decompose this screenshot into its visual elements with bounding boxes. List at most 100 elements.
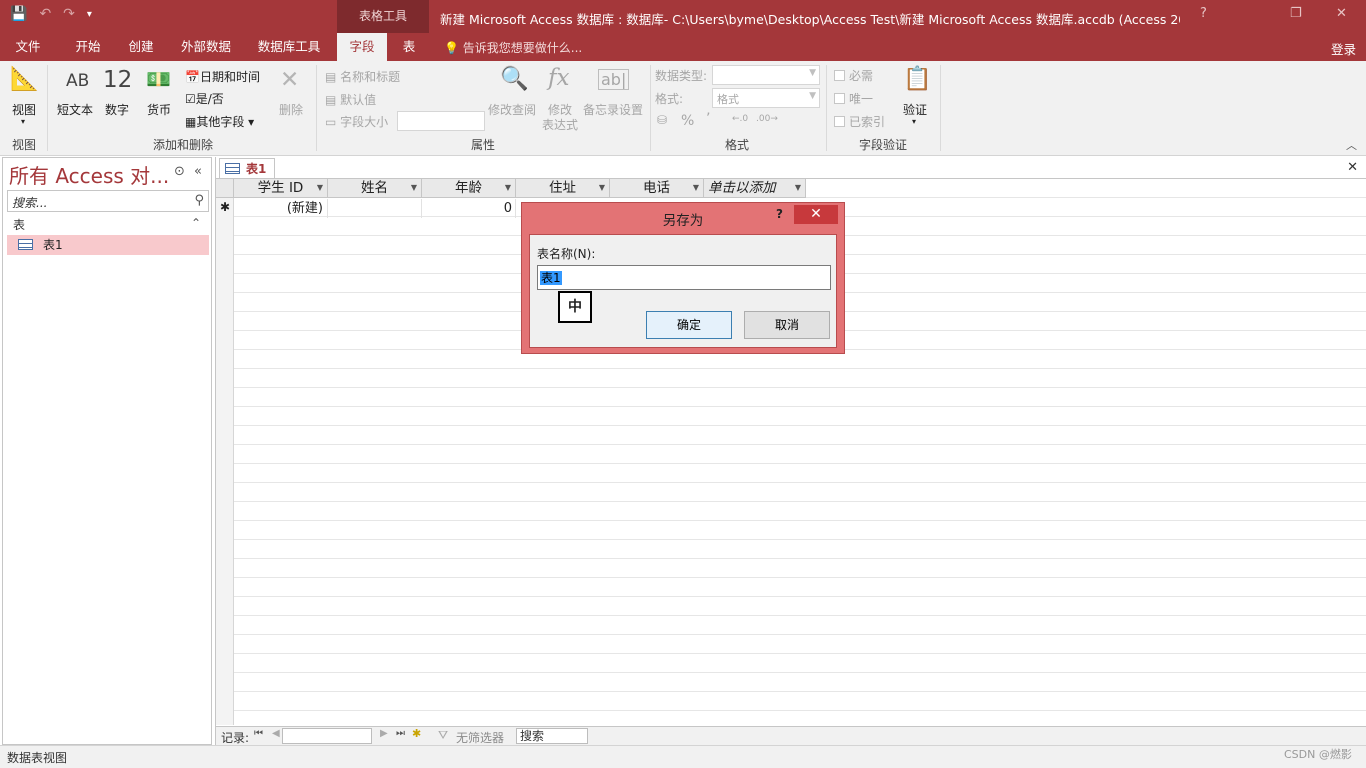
tell-me-box[interactable]: 💡 告诉我您想要做什么... bbox=[444, 39, 582, 56]
short-text-icon: AB bbox=[66, 71, 90, 91]
selected-text: 表1 bbox=[540, 271, 562, 285]
group-label-add-delete: 添加和删除 bbox=[153, 138, 214, 152]
previous-record-icon[interactable]: ◀ bbox=[272, 728, 280, 739]
checkbox-icon bbox=[834, 116, 845, 127]
group-label-formatting: 格式 bbox=[725, 138, 750, 152]
search-icon[interactable]: ⚲ bbox=[194, 193, 204, 208]
sign-in-link[interactable]: 登录 bbox=[1331, 39, 1356, 58]
ribbon: 📐 视图 ▾ 视图 AB 短文本 12 数字 💵 货币 📅日期和时间 ☑是/否 … bbox=[0, 61, 1366, 156]
document-tab-table1[interactable]: 表1 bbox=[219, 158, 275, 179]
modify-lookups-button[interactable]: 修改查阅 bbox=[488, 101, 536, 118]
save-as-dialog: 另存为 ? ✕ 表名称(N): 表1 中 确定 取消 bbox=[521, 202, 845, 354]
customize-qat-icon[interactable]: ▾ bbox=[87, 9, 92, 20]
record-selector-column[interactable] bbox=[216, 179, 234, 725]
save-icon[interactable]: 💾 bbox=[10, 6, 27, 22]
last-record-icon[interactable]: ⏭ bbox=[396, 728, 405, 739]
delete-button[interactable]: 删除 bbox=[279, 101, 303, 118]
restore-icon[interactable]: ❐ bbox=[1290, 6, 1302, 21]
cell-age[interactable]: 0 bbox=[422, 199, 516, 218]
help-icon[interactable]: ? bbox=[1200, 6, 1207, 21]
view-button[interactable]: 视图 bbox=[12, 101, 36, 118]
tab-fields[interactable]: 字段 bbox=[337, 33, 387, 61]
chevron-down-icon: ▼ bbox=[809, 91, 816, 101]
field-size-icon: ▭ bbox=[325, 115, 341, 129]
current-record-input[interactable] bbox=[282, 728, 372, 744]
default-value-icon: ▤ bbox=[325, 93, 341, 107]
tab-file[interactable]: 文件 bbox=[0, 33, 56, 61]
redo-icon[interactable]: ↷ bbox=[63, 6, 75, 22]
field-size-input[interactable] bbox=[397, 111, 485, 131]
nav-group-tables[interactable]: 表 ⌃ bbox=[7, 216, 209, 234]
ime-indicator: 中 bbox=[558, 291, 592, 323]
nav-search-input[interactable]: 搜索... ⚲ bbox=[7, 190, 209, 212]
data-type-select[interactable]: ▼ bbox=[712, 65, 820, 85]
column-header-phone[interactable]: 电话 ▼ bbox=[610, 179, 704, 198]
chevron-down-icon[interactable]: ▼ bbox=[795, 179, 801, 197]
calendar-icon: 📅 bbox=[185, 70, 200, 84]
no-filter-button[interactable]: 无筛选器 bbox=[456, 729, 504, 746]
column-header-name[interactable]: 姓名 ▼ bbox=[328, 179, 422, 198]
record-search-input[interactable]: 搜索 bbox=[516, 728, 588, 744]
cell-name[interactable] bbox=[328, 199, 422, 218]
cancel-button[interactable]: 取消 bbox=[744, 311, 830, 339]
tab-external-data[interactable]: 外部数据 bbox=[170, 33, 242, 61]
chevron-down-icon[interactable]: ▼ bbox=[411, 179, 417, 197]
collapse-ribbon-icon[interactable]: ︿ bbox=[1346, 137, 1357, 153]
column-header-address[interactable]: 住址 ▼ bbox=[516, 179, 610, 198]
navigation-pane: 所有 Access 对... ⊙ « 搜索... ⚲ 表 ⌃ 表1 bbox=[2, 157, 212, 745]
checkbox-icon bbox=[834, 70, 845, 81]
format-select[interactable]: 格式 ▼ bbox=[712, 88, 820, 108]
tab-database-tools[interactable]: 数据库工具 bbox=[248, 33, 330, 61]
new-record-nav-icon[interactable]: ✱ bbox=[412, 727, 421, 740]
cell-student-id[interactable]: (新建) bbox=[234, 199, 328, 218]
tab-table[interactable]: 表 bbox=[393, 33, 425, 61]
more-fields-icon: ▦ bbox=[185, 115, 197, 129]
shutter-bar-close-icon[interactable]: « bbox=[194, 164, 202, 179]
chevron-down-icon[interactable]: ▼ bbox=[693, 179, 699, 197]
nav-item-table1[interactable]: 表1 bbox=[7, 235, 209, 255]
decrease-decimals-button[interactable]: .00→ bbox=[756, 114, 778, 124]
close-icon[interactable]: ✕ bbox=[794, 205, 838, 224]
close-document-icon[interactable]: ✕ bbox=[1347, 160, 1358, 175]
more-fields-button[interactable]: ▦其他字段 ▾ bbox=[185, 113, 254, 130]
indexed-checkbox[interactable]: 已索引 bbox=[834, 113, 885, 130]
validation-button[interactable]: 验证 bbox=[903, 101, 927, 118]
chevron-down-icon: ▾ bbox=[912, 117, 917, 126]
currency-format-icon[interactable]: ⛁ bbox=[657, 113, 667, 127]
chevron-down-icon[interactable]: ▼ bbox=[317, 179, 323, 197]
memo-settings-button[interactable]: 备忘录设置 bbox=[583, 101, 643, 118]
short-text-button[interactable]: 短文本 bbox=[57, 101, 93, 118]
chevron-down-icon[interactable]: ▼ bbox=[599, 179, 605, 197]
default-value-button[interactable]: ▤ 默认值 bbox=[325, 91, 376, 108]
column-header-click-to-add[interactable]: 单击以添加 ▼ bbox=[704, 179, 806, 198]
percent-format-button[interactable]: % bbox=[681, 113, 694, 129]
table-name-label: 表名称(N): bbox=[537, 247, 596, 261]
nav-menu-icon[interactable]: ⊙ bbox=[174, 164, 185, 179]
format-label: 格式: bbox=[655, 92, 684, 106]
column-header-student-id[interactable]: 学生 ID ▼ bbox=[234, 179, 328, 198]
tab-create[interactable]: 创建 bbox=[116, 33, 166, 61]
close-window-icon[interactable]: ✕ bbox=[1336, 6, 1347, 21]
comma-format-button[interactable]: ’ bbox=[706, 111, 710, 127]
chevron-down-icon[interactable]: ▼ bbox=[505, 179, 511, 197]
date-time-button[interactable]: 📅日期和时间 bbox=[185, 68, 260, 85]
currency-button[interactable]: 货币 bbox=[147, 101, 171, 118]
undo-icon[interactable]: ↶ bbox=[39, 6, 51, 22]
ok-button[interactable]: 确定 bbox=[646, 311, 732, 339]
required-checkbox[interactable]: 必需 bbox=[834, 67, 873, 84]
unique-checkbox[interactable]: 唯一 bbox=[834, 90, 873, 107]
number-button[interactable]: 数字 bbox=[105, 101, 129, 118]
increase-decimals-button[interactable]: ←.0 bbox=[732, 114, 748, 124]
nav-pane-title[interactable]: 所有 Access 对... bbox=[9, 160, 169, 189]
first-record-icon[interactable]: ⏮ bbox=[254, 728, 263, 739]
select-all-corner[interactable] bbox=[216, 179, 234, 198]
name-caption-button[interactable]: ▤ 名称和标题 bbox=[325, 68, 400, 85]
table-name-input[interactable]: 表1 bbox=[537, 265, 831, 290]
tab-home[interactable]: 开始 bbox=[62, 33, 114, 61]
help-icon[interactable]: ? bbox=[776, 207, 783, 221]
column-header-age[interactable]: 年龄 ▼ bbox=[422, 179, 516, 198]
yes-no-button[interactable]: ☑是/否 bbox=[185, 90, 224, 107]
next-record-icon[interactable]: ▶ bbox=[380, 728, 388, 739]
collapse-icon[interactable]: ⌃ bbox=[191, 216, 201, 230]
table-icon bbox=[18, 239, 33, 250]
